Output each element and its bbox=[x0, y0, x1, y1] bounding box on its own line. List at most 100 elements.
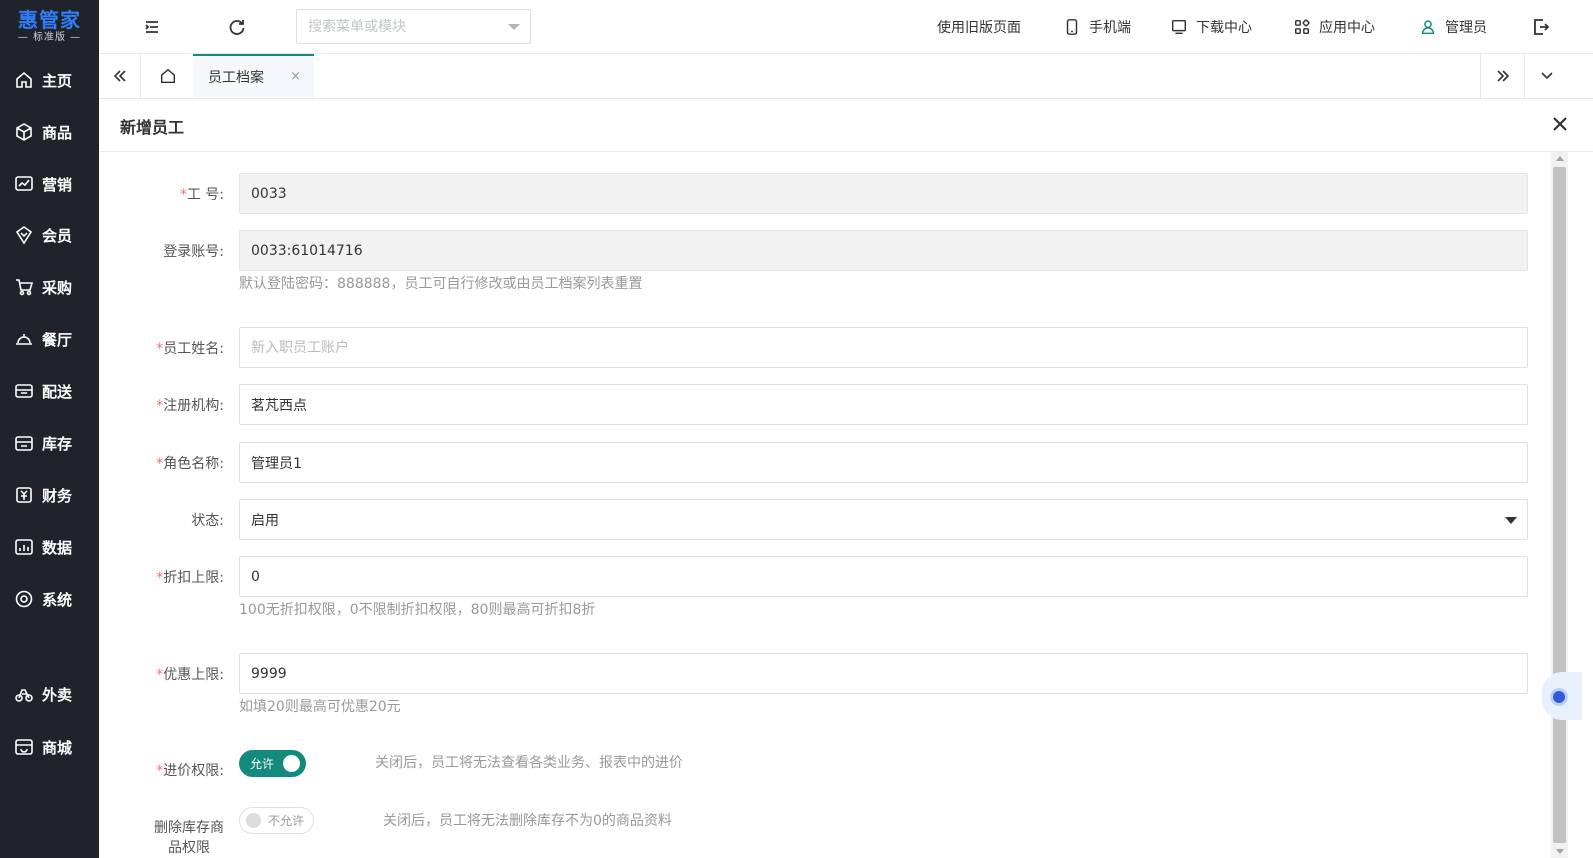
discount-limit-field[interactable] bbox=[239, 556, 1528, 597]
settings-icon bbox=[15, 590, 33, 608]
brand-logo[interactable]: 惠管家 — 标准版 — bbox=[0, 0, 99, 53]
login-account-input bbox=[240, 231, 1527, 270]
role-label: *角色名称: bbox=[156, 456, 224, 472]
top-bar: 使用旧版页面 手机端 下载中心 应用中心 管理员 bbox=[99, 0, 1593, 54]
home-icon bbox=[16, 71, 32, 88]
menu-search-select[interactable] bbox=[296, 9, 531, 44]
refresh-icon[interactable] bbox=[227, 17, 247, 37]
chart-line-icon bbox=[15, 176, 33, 191]
sidebar-item-inventory[interactable]: 库存 bbox=[0, 423, 99, 463]
tab-close-icon[interactable]: × bbox=[290, 69, 301, 84]
scrollbar-thumb[interactable] bbox=[1553, 167, 1566, 843]
menu-toggle-icon[interactable] bbox=[142, 17, 162, 37]
tab-home[interactable] bbox=[142, 54, 193, 98]
box-icon bbox=[16, 123, 32, 141]
download-center-link[interactable]: 下载中心 bbox=[1170, 17, 1252, 37]
old-page-link[interactable]: 使用旧版页面 bbox=[937, 17, 1021, 37]
sidebar-item-data[interactable]: 数据 bbox=[0, 527, 99, 567]
sidebar-item-restaurant[interactable]: 餐厅 bbox=[0, 319, 99, 359]
tabs-dropdown[interactable] bbox=[1524, 54, 1568, 98]
sidebar-item-member[interactable]: 会员 bbox=[0, 215, 99, 255]
cloche-icon bbox=[16, 334, 32, 345]
home-icon bbox=[160, 68, 175, 84]
phone-icon bbox=[1066, 19, 1078, 35]
double-chevron-right-icon bbox=[1496, 70, 1509, 82]
sidebar-item-label: 营销 bbox=[42, 175, 73, 194]
switch-state-label: 允许 bbox=[250, 757, 275, 771]
sidebar-item-purchase[interactable]: 采购 bbox=[0, 267, 99, 307]
brand-edition: — 标准版 — bbox=[17, 31, 82, 43]
status-select-value[interactable] bbox=[240, 500, 1527, 539]
close-icon[interactable] bbox=[1549, 113, 1571, 135]
tab-employee-archive[interactable]: 员工档案 × bbox=[193, 54, 314, 98]
org-input[interactable] bbox=[240, 385, 1527, 424]
sidebar-item-marketing[interactable]: 营销 bbox=[0, 164, 99, 204]
delete-stock-permission-label: 删除库存商 品权限 bbox=[154, 820, 224, 856]
sidebar: 惠管家 — 标准版 — 主页 商品 营销 会员 采购 餐厅 配送 库存 财务 数… bbox=[0, 0, 99, 858]
heart-shield-icon bbox=[15, 226, 33, 245]
scroll-up-arrow-icon[interactable] bbox=[1556, 156, 1564, 161]
employee-no-label: *工 号: bbox=[179, 187, 224, 203]
sidebar-item-label: 商品 bbox=[42, 123, 73, 142]
search-input[interactable] bbox=[297, 10, 487, 43]
sidebar-item-mall[interactable]: 商城 bbox=[0, 727, 99, 767]
employee-form: *工 号: 登录账号: 默认登陆密码：888888，员工可自行修改或由员工档案列… bbox=[99, 152, 1551, 858]
employee-name-field[interactable] bbox=[239, 327, 1528, 368]
employee-no-input bbox=[240, 174, 1527, 213]
warehouse-icon bbox=[15, 436, 33, 451]
sidebar-item-label: 系统 bbox=[42, 590, 73, 609]
delete-stock-permission-switch[interactable]: 不允许 bbox=[239, 807, 314, 834]
dialog-header: 新增员工 bbox=[99, 99, 1593, 152]
finance-icon bbox=[16, 487, 32, 503]
switch-knob bbox=[246, 813, 261, 828]
cost-permission-label: *进价权限: bbox=[156, 763, 224, 779]
assistant-float-button[interactable] bbox=[1542, 672, 1582, 720]
truck-icon bbox=[15, 384, 33, 398]
logout-icon[interactable] bbox=[1531, 17, 1551, 37]
old-page-label: 使用旧版页面 bbox=[937, 20, 1021, 36]
tabs-scroll-left[interactable] bbox=[99, 54, 141, 98]
sidebar-item-label: 数据 bbox=[42, 538, 73, 557]
switch-knob bbox=[283, 755, 300, 772]
status-select[interactable] bbox=[239, 499, 1528, 540]
tab-label: 员工档案 bbox=[208, 70, 264, 86]
app-center-link[interactable]: 应用中心 bbox=[1293, 17, 1375, 37]
sidebar-item-label: 财务 bbox=[42, 486, 73, 505]
scroll-down-arrow-icon[interactable] bbox=[1556, 849, 1564, 854]
role-field[interactable] bbox=[239, 442, 1528, 483]
discount-limit-help: 100无折扣权限，0不限制折扣权限，80则最高可折扣8折 bbox=[239, 602, 596, 618]
delete-stock-permission-desc: 关闭后，员工将无法删除库存不为0的商品资料 bbox=[383, 813, 672, 829]
mobile-label: 手机端 bbox=[1089, 20, 1131, 36]
vertical-scrollbar[interactable] bbox=[1551, 152, 1568, 858]
promo-limit-label: *优惠上限: bbox=[156, 667, 224, 683]
mobile-link[interactable]: 手机端 bbox=[1063, 17, 1131, 37]
assistant-robot-icon bbox=[1550, 688, 1568, 706]
user-menu[interactable]: 管理员 bbox=[1419, 17, 1487, 37]
login-account-label: 登录账号: bbox=[163, 244, 224, 260]
discount-limit-input[interactable] bbox=[240, 557, 1527, 596]
store-icon bbox=[15, 739, 33, 755]
sidebar-item-label: 库存 bbox=[42, 434, 73, 453]
user-name: 管理员 bbox=[1445, 20, 1487, 36]
sidebar-item-finance[interactable]: 财务 bbox=[0, 475, 99, 515]
sidebar-item-label: 商城 bbox=[42, 738, 73, 757]
sidebar-item-delivery[interactable]: 配送 bbox=[0, 371, 99, 411]
promo-limit-field[interactable] bbox=[239, 653, 1528, 694]
monitor-icon bbox=[1171, 19, 1187, 35]
cost-permission-desc: 关闭后，员工将无法查看各类业务、报表中的进价 bbox=[375, 755, 683, 771]
tabs-scroll-right[interactable] bbox=[1480, 54, 1524, 98]
org-field[interactable] bbox=[239, 384, 1528, 425]
sidebar-item-goods[interactable]: 商品 bbox=[0, 112, 99, 152]
cost-permission-switch[interactable]: 允许 bbox=[239, 750, 306, 777]
sidebar-item-home[interactable]: 主页 bbox=[0, 60, 99, 100]
sidebar-item-system[interactable]: 系统 bbox=[0, 579, 99, 619]
sidebar-item-label: 主页 bbox=[42, 71, 73, 90]
role-input[interactable] bbox=[240, 443, 1527, 482]
sidebar-item-takeout[interactable]: 外卖 bbox=[0, 674, 99, 714]
data-icon bbox=[15, 539, 33, 555]
promo-limit-input[interactable] bbox=[240, 654, 1527, 693]
employee-name-input[interactable] bbox=[240, 328, 1527, 367]
status-label: 状态: bbox=[191, 513, 224, 529]
sidebar-item-label: 餐厅 bbox=[42, 330, 73, 349]
chevron-down-icon bbox=[508, 24, 520, 30]
